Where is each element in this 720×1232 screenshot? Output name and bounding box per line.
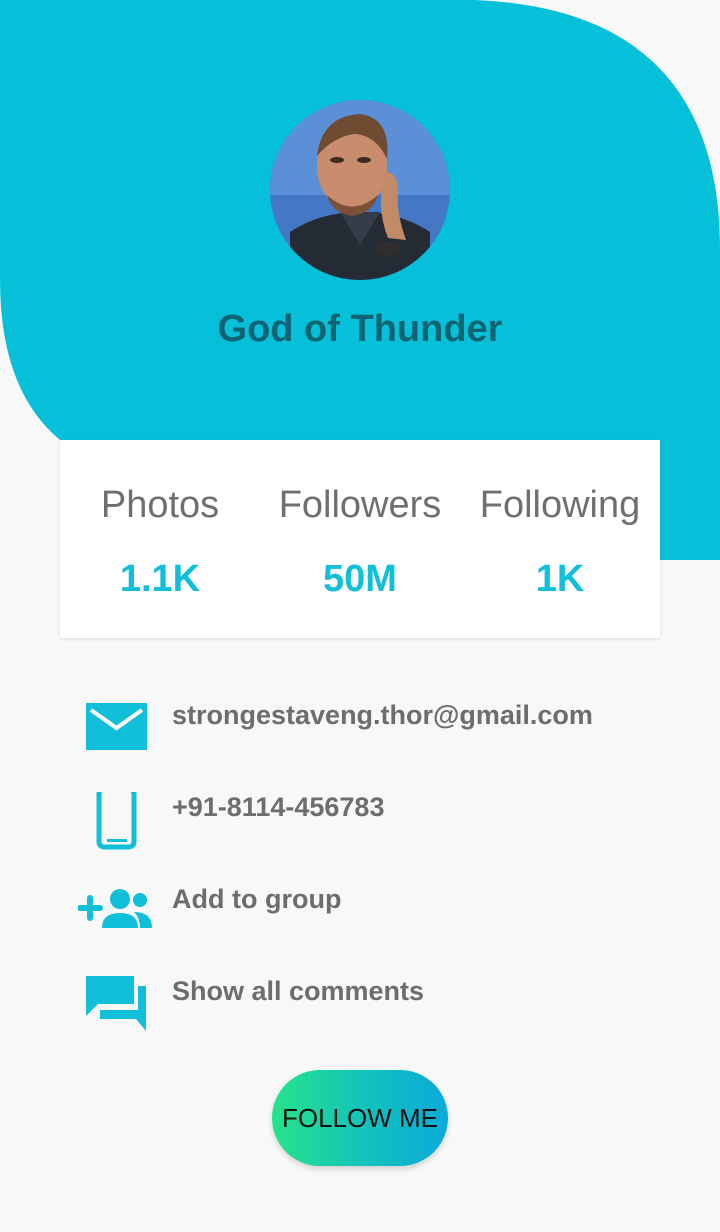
stat-label: Photos (100, 484, 220, 526)
stat-followers[interactable]: Followers 50M (260, 440, 460, 638)
add-group-row[interactable]: Add to group (78, 884, 658, 954)
add-group-icon (78, 889, 152, 928)
profile-avatar[interactable] (270, 100, 450, 280)
mail-icon (86, 703, 147, 750)
profile-screen: God of Thunder Photos 1.1K Followers 50M… (0, 0, 720, 1232)
stat-photos[interactable]: Photos 1.1K (60, 440, 260, 638)
phone-row[interactable]: +91-8114-456783 (78, 792, 658, 862)
stat-following[interactable]: Following 1K (460, 440, 660, 638)
email-row[interactable]: strongestaveng.thor@gmail.com (78, 700, 658, 770)
stat-label: Followers (278, 484, 442, 526)
comments-icon (86, 976, 146, 1031)
stat-value: 1K (535, 558, 585, 600)
comments-text: Show all comments (172, 976, 425, 1006)
email-text: strongestaveng.thor@gmail.com (172, 700, 593, 730)
comments-row[interactable]: Show all comments (78, 976, 658, 1046)
stat-label: Following (479, 484, 641, 526)
phone-icon (96, 792, 137, 850)
phone-text: +91-8114-456783 (172, 792, 385, 822)
stat-value: 50M (323, 558, 397, 600)
profile-name: God of Thunder (217, 308, 503, 350)
follow-button[interactable]: FOLLOW ME (272, 1070, 448, 1166)
follow-button-label: FOLLOW ME (281, 1103, 438, 1133)
stats-card: Photos 1.1K Followers 50M Following 1K (60, 440, 660, 638)
profile-photo (270, 100, 450, 280)
add-group-text: Add to group (172, 884, 342, 914)
stat-value: 1.1K (119, 558, 201, 600)
